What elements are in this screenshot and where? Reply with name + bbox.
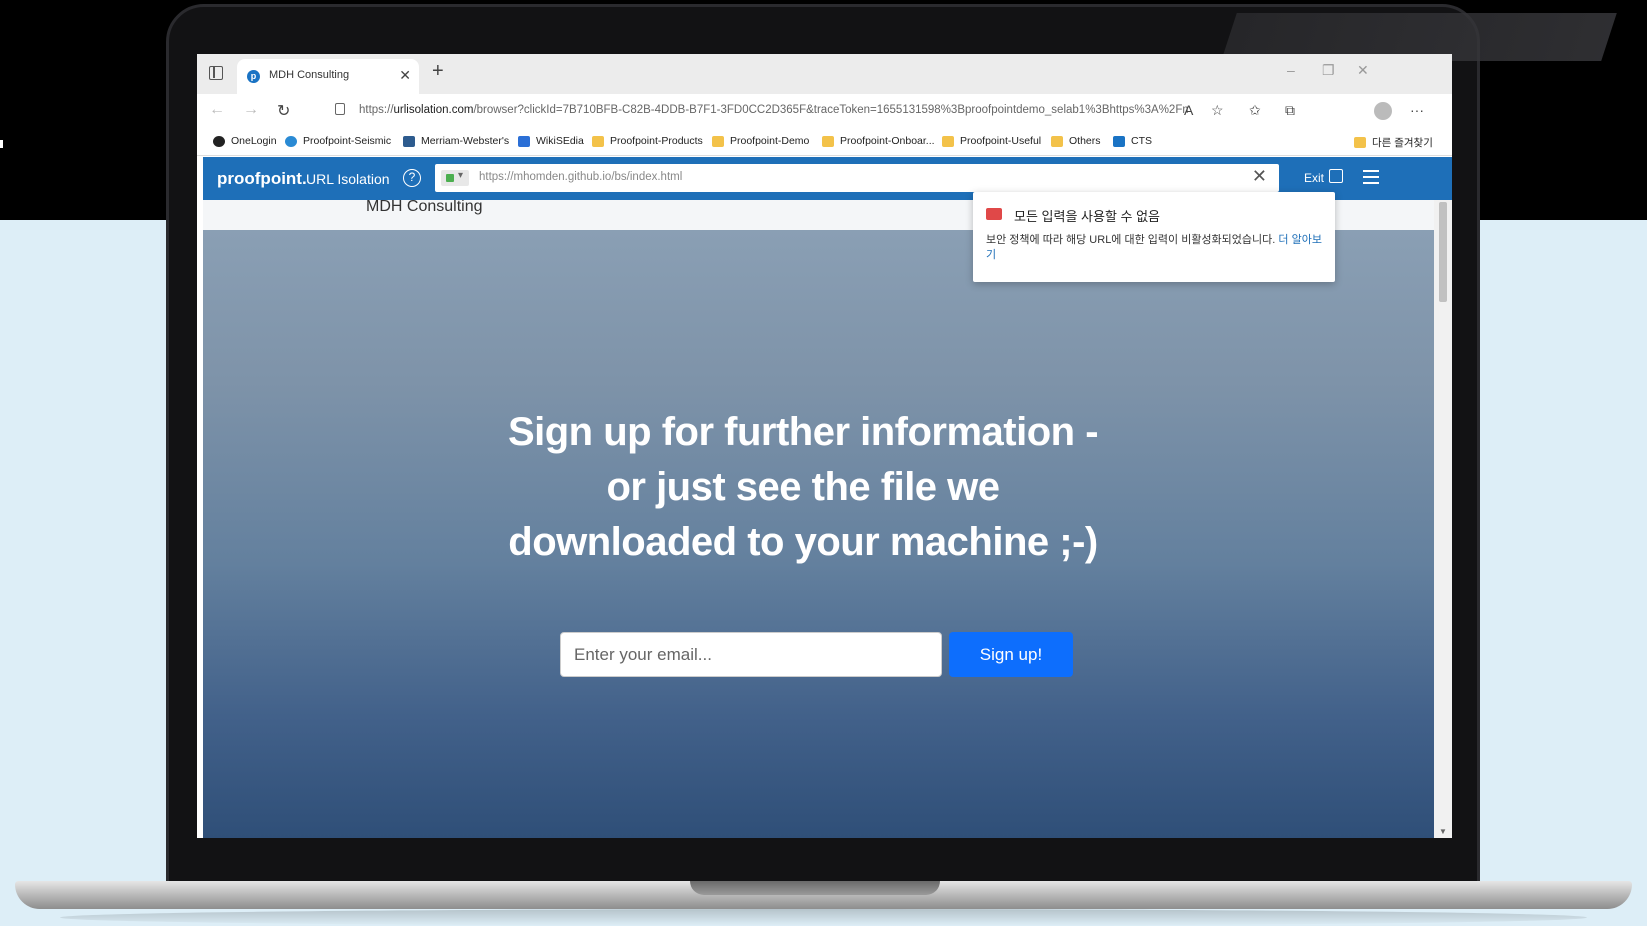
- read-aloud-icon[interactable]: A: [1184, 102, 1193, 118]
- tab-actions-icon[interactable]: [209, 66, 223, 80]
- isolated-url-field[interactable]: https://mhomden.github.io/bs/index.html …: [435, 164, 1279, 192]
- laptop-screen: p MDH Consulting ✕ + – ❐ ✕ ← → ↻ https:/…: [197, 54, 1452, 838]
- input-disabled-notice: 모든 입력을 사용할 수 없음 보안 정책에 따라 해당 URL에 대한 입력이…: [973, 192, 1335, 282]
- external-link-icon[interactable]: [1329, 169, 1343, 183]
- address-bar: ← → ↻ https://urlisolation.com/browser?c…: [197, 94, 1452, 128]
- hero-title: Sign up for further information - or jus…: [507, 410, 1099, 564]
- proofpoint-favicon-icon: p: [247, 70, 260, 83]
- folder-icon: [942, 135, 954, 147]
- folder-icon: [712, 135, 724, 147]
- bookmark-label: WikiSEdia: [536, 135, 584, 147]
- bookmarks-bar: OneLogin Proofpoint-Seismic Merriam-Webs…: [197, 128, 1452, 156]
- laptop-shadow: [60, 909, 1587, 926]
- bookmark-label: 다른 즐겨찾기: [1372, 137, 1433, 149]
- bookmark-proofpoint-demo[interactable]: Proofpoint-Demo: [712, 135, 809, 147]
- restore-icon[interactable]: ❐: [1322, 62, 1335, 79]
- bookmark-label: OneLogin: [231, 135, 277, 147]
- add-favorite-icon[interactable]: ☆: [1211, 102, 1224, 119]
- bookmark-proofpoint-onboarding[interactable]: Proofpoint-Onboar...: [822, 135, 935, 147]
- bookmark-label: Proofpoint-Onboar...: [840, 135, 935, 147]
- tab-bar: p MDH Consulting ✕ + – ❐ ✕: [197, 54, 1452, 94]
- tab-title: MDH Consulting: [269, 69, 350, 81]
- exit-button[interactable]: Exit: [1304, 171, 1324, 185]
- onelogin-icon: [213, 135, 225, 147]
- proofpoint-logo: proofpoint.: [217, 169, 307, 188]
- bookmark-proofpoint-seismic[interactable]: Proofpoint-Seismic: [285, 135, 391, 147]
- scroll-down-icon[interactable]: ▼: [1439, 827, 1447, 836]
- notice-body: 보안 정책에 따라 해당 URL에 대한 입력이 비활성화되었습니다. 더 알아…: [986, 233, 1326, 263]
- folder-icon: [1051, 135, 1063, 147]
- window-close-icon[interactable]: ✕: [1357, 62, 1369, 79]
- bookmark-others[interactable]: Others: [1051, 135, 1101, 147]
- bookmark-other-favorites[interactable]: 다른 즐겨찾기: [1354, 135, 1433, 150]
- product-name: URL Isolation: [306, 171, 390, 187]
- bookmark-merriam-webster[interactable]: Merriam-Webster's: [403, 135, 509, 147]
- scrollbar-thumb[interactable]: [1439, 202, 1447, 302]
- hamburger-menu-icon[interactable]: [1363, 170, 1379, 184]
- url-prefix: https://: [359, 104, 394, 116]
- seismic-icon: [285, 135, 297, 147]
- isolated-url-text: https://mhomden.github.io/bs/index.html: [479, 171, 683, 183]
- bookmark-cts[interactable]: CTS: [1113, 135, 1152, 147]
- reload-icon[interactable]: ↻: [277, 101, 290, 121]
- url-path: /browser?clickId=7B710BFB-C82B-4DDB-B7F1…: [473, 104, 1189, 116]
- notice-text: 보안 정책에 따라 해당 URL에 대한 입력이 비활성화되었습니다.: [986, 234, 1276, 246]
- new-tab-icon[interactable]: +: [432, 60, 444, 83]
- bookmark-label: Proofpoint-Useful: [960, 135, 1042, 147]
- laptop-hinge-notch: [690, 881, 940, 895]
- site-title[interactable]: MDH Consulting: [366, 200, 482, 216]
- url-input[interactable]: https://urlisolation.com/browser?clickId…: [359, 104, 1189, 116]
- folder-icon: [1354, 137, 1366, 148]
- bookmark-wikisedia[interactable]: WikiSEdia: [518, 135, 584, 147]
- profile-icon[interactable]: [1374, 102, 1392, 120]
- bookmark-label: Proofpoint-Seismic: [303, 135, 392, 147]
- minimize-icon[interactable]: –: [1287, 62, 1295, 78]
- page-scrollbar[interactable]: ▼: [1434, 200, 1452, 838]
- isolated-page: MDH Consulting Sign up for further infor…: [203, 200, 1434, 838]
- signup-button[interactable]: Sign up!: [949, 632, 1073, 677]
- email-field[interactable]: [560, 632, 942, 677]
- lock-icon[interactable]: [335, 103, 345, 115]
- favorites-icon[interactable]: ✩: [1249, 102, 1261, 119]
- tab-close-icon[interactable]: ✕: [399, 67, 411, 84]
- bookmark-label: Merriam-Webster's: [421, 135, 510, 147]
- merriam-webster-icon: [403, 135, 415, 147]
- forward-icon[interactable]: →: [243, 101, 259, 119]
- edge-mark: [0, 140, 3, 148]
- folder-icon: [822, 135, 834, 147]
- bookmark-label: Proofpoint-Demo: [730, 135, 810, 147]
- collections-icon[interactable]: ⧉: [1285, 102, 1295, 119]
- hero-section: Sign up for further information - or jus…: [203, 230, 1434, 838]
- bookmark-label: Others: [1069, 135, 1101, 147]
- browser-tab[interactable]: p MDH Consulting ✕: [237, 59, 419, 94]
- close-icon[interactable]: ✕: [1252, 166, 1267, 187]
- bookmark-onelogin[interactable]: OneLogin: [213, 135, 277, 147]
- cts-icon: [1113, 135, 1125, 147]
- security-lock-icon[interactable]: [441, 170, 469, 186]
- bookmark-proofpoint-products[interactable]: Proofpoint-Products: [592, 135, 703, 147]
- bookmark-proofpoint-useful[interactable]: Proofpoint-Useful: [942, 135, 1041, 147]
- bookmark-label: Proofpoint-Products: [610, 135, 703, 147]
- notice-title: 모든 입력을 사용할 수 없음: [1014, 209, 1161, 224]
- folder-icon: [592, 135, 604, 147]
- bookmark-label: CTS: [1131, 135, 1152, 147]
- url-domain: urlisolation.com: [393, 104, 474, 116]
- back-icon[interactable]: ←: [209, 101, 225, 119]
- help-icon[interactable]: ?: [403, 169, 421, 187]
- more-icon[interactable]: ···: [1410, 102, 1424, 118]
- keyboard-disabled-icon: [986, 208, 1002, 220]
- wiki-icon: [518, 135, 530, 147]
